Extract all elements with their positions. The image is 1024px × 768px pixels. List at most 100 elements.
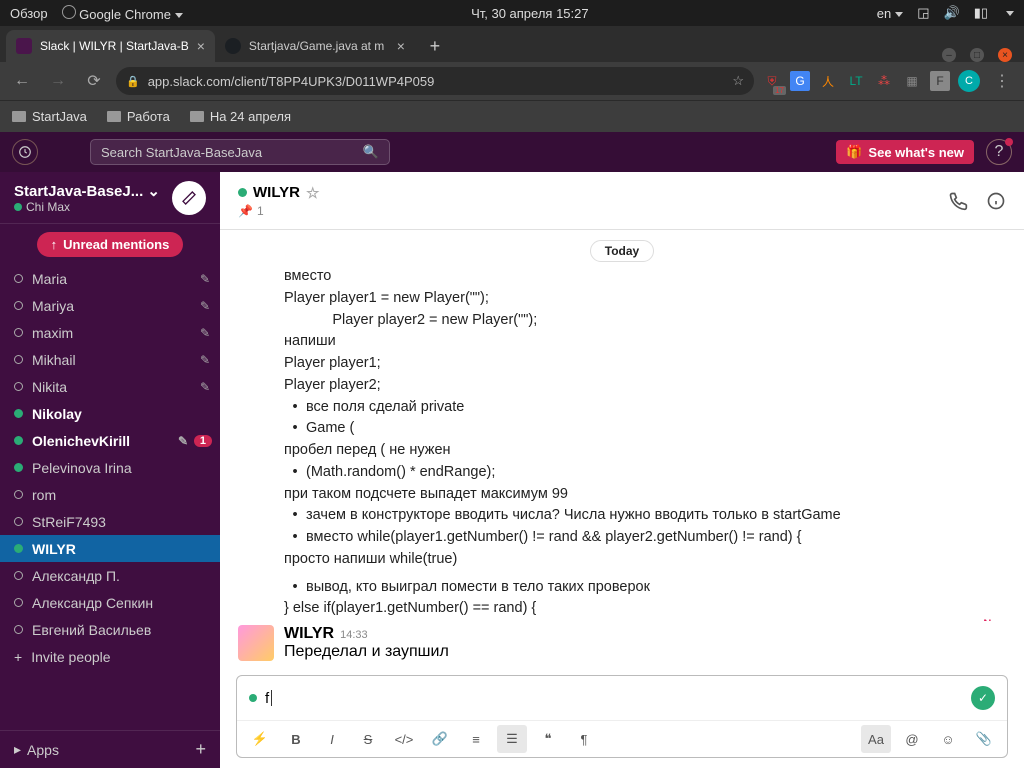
edit-icon[interactable]: ✎: [200, 353, 210, 367]
composer-input[interactable]: f ✓: [237, 676, 1007, 720]
profile-avatar[interactable]: C: [958, 70, 980, 92]
presence-icon: [249, 694, 257, 702]
chrome-icon: [62, 5, 76, 19]
presence-icon: [14, 409, 23, 418]
bookmark-1[interactable]: StartJava: [12, 109, 87, 124]
search-icon: 🔍: [363, 144, 379, 160]
compose-button[interactable]: [172, 181, 206, 215]
dm-item[interactable]: Nikita✎: [0, 373, 220, 400]
active-app[interactable]: Google Chrome: [62, 5, 183, 22]
ext-4[interactable]: LT: [846, 71, 866, 91]
history-icon[interactable]: [12, 139, 38, 165]
dm-item[interactable]: Александр П.: [0, 562, 220, 589]
code-button[interactable]: </>: [389, 725, 419, 753]
message-list[interactable]: Today вместо Player player1 = new Player…: [220, 230, 1024, 621]
slack-search[interactable]: Search StartJava-BaseJava 🔍: [90, 139, 390, 165]
bookmark-star-icon[interactable]: ☆: [732, 73, 744, 89]
forward-button[interactable]: →: [44, 67, 72, 95]
dm-item[interactable]: Mikhail✎: [0, 346, 220, 373]
emoji-button[interactable]: ☺: [933, 725, 963, 753]
edit-icon[interactable]: ✎: [200, 326, 210, 340]
maximize-window-icon[interactable]: □: [970, 48, 984, 62]
unread-mentions-pill[interactable]: ↑ Unread mentions: [37, 232, 184, 257]
send-button[interactable]: ✓: [971, 686, 995, 710]
edit-icon[interactable]: ✎: [178, 434, 188, 448]
new-tab-button[interactable]: +: [421, 32, 449, 60]
edit-icon[interactable]: ✎: [200, 272, 210, 286]
dm-item[interactable]: Mariya✎: [0, 292, 220, 319]
sys-menu-icon[interactable]: [1006, 11, 1014, 16]
browser-menu-icon[interactable]: ⋮: [988, 67, 1016, 95]
avatar[interactable]: [238, 625, 274, 661]
tab-slack[interactable]: Slack | WILYR | StartJava-B ×: [6, 30, 215, 62]
presence-icon: [14, 598, 23, 607]
ext-7[interactable]: F: [930, 71, 950, 91]
wifi-icon[interactable]: ◲: [917, 5, 929, 21]
composer-toolbar: ⚡ B I S </> 🔗 ≡ ☰ ❝ ¶ Aa @ ☺ 📎: [237, 720, 1007, 757]
presence-icon: [14, 517, 23, 526]
bold-button[interactable]: B: [281, 725, 311, 753]
close-tab-icon[interactable]: ×: [197, 38, 205, 54]
dm-item[interactable]: OlenichevKirill✎1: [0, 427, 220, 454]
close-tab-icon[interactable]: ×: [397, 38, 405, 54]
edit-icon[interactable]: ✎: [200, 380, 210, 394]
ext-5[interactable]: ⁂: [874, 71, 894, 91]
dm-item[interactable]: Pelevinova Irina: [0, 454, 220, 481]
minimize-window-icon[interactable]: –: [942, 48, 956, 62]
presence-icon: [14, 382, 23, 391]
dm-item[interactable]: rom: [0, 481, 220, 508]
codeblock-button[interactable]: ¶: [569, 725, 599, 753]
tab-github[interactable]: Startjava/Game.java at m ×: [215, 30, 415, 62]
github-favicon: [225, 38, 241, 54]
dm-item[interactable]: WILYR: [0, 535, 220, 562]
dm-item[interactable]: Maria✎: [0, 265, 220, 292]
bookmark-2[interactable]: Работа: [107, 109, 170, 124]
clock[interactable]: Чт, 30 апреля 15:27: [183, 6, 877, 21]
star-icon[interactable]: ☆: [306, 184, 319, 202]
overview-label[interactable]: Обзор: [10, 6, 48, 21]
apps-section[interactable]: ▸ Apps+: [0, 730, 220, 768]
workspace-switcher[interactable]: StartJava-BaseJ... ⌄ Chi Max: [0, 172, 220, 224]
ext-3[interactable]: 人: [818, 71, 838, 91]
dm-item[interactable]: maxim✎: [0, 319, 220, 346]
presence-icon: [14, 301, 23, 310]
volume-icon[interactable]: 🔊: [944, 5, 960, 21]
link-button[interactable]: 🔗: [425, 725, 455, 753]
lightning-icon[interactable]: ⚡: [245, 725, 275, 753]
mention-button[interactable]: @: [897, 725, 927, 753]
presence-icon: [14, 625, 23, 634]
battery-icon[interactable]: ▮▯: [974, 5, 988, 21]
edit-icon[interactable]: ✎: [200, 299, 210, 313]
call-icon[interactable]: [948, 191, 968, 211]
whats-new-button[interactable]: 🎁See what's new: [836, 140, 974, 164]
quote-button[interactable]: ❝: [533, 725, 563, 753]
ol-button[interactable]: ≡: [461, 725, 491, 753]
presence-icon: [14, 355, 23, 364]
dm-item[interactable]: Nikolay: [0, 400, 220, 427]
presence-icon: [14, 436, 23, 445]
composer: f ✓ ⚡ B I S </> 🔗 ≡ ☰ ❝ ¶ Aa @: [236, 675, 1008, 758]
dm-item[interactable]: Александр Сепкин: [0, 589, 220, 616]
unread-badge: 1: [194, 435, 212, 447]
ext-1[interactable]: ⛨17: [762, 71, 782, 91]
ext-gtranslate[interactable]: G: [790, 71, 810, 91]
message-1: вместо Player player1 = new Player(""); …: [238, 266, 1006, 620]
url-input[interactable]: 🔒 app.slack.com/client/T8PP4UPK3/D011WP4…: [116, 67, 754, 95]
lang-indicator[interactable]: en: [877, 6, 903, 21]
format-toggle[interactable]: Aa: [861, 725, 891, 753]
bookmark-3[interactable]: На 24 апреля: [190, 109, 291, 124]
close-window-icon[interactable]: ×: [998, 48, 1012, 62]
info-icon[interactable]: [986, 191, 1006, 211]
invite-people[interactable]: + Invite people: [0, 643, 220, 670]
strike-button[interactable]: S: [353, 725, 383, 753]
ul-button[interactable]: ☰: [497, 725, 527, 753]
dm-item[interactable]: StReiF7493: [0, 508, 220, 535]
back-button[interactable]: ←: [8, 67, 36, 95]
ext-6[interactable]: ▦: [902, 71, 922, 91]
reload-button[interactable]: ⟳: [80, 67, 108, 95]
presence-icon: [14, 463, 23, 472]
dm-item[interactable]: Евгений Васильев: [0, 616, 220, 643]
italic-button[interactable]: I: [317, 725, 347, 753]
attach-button[interactable]: 📎: [969, 725, 999, 753]
help-icon[interactable]: ?: [986, 139, 1012, 165]
